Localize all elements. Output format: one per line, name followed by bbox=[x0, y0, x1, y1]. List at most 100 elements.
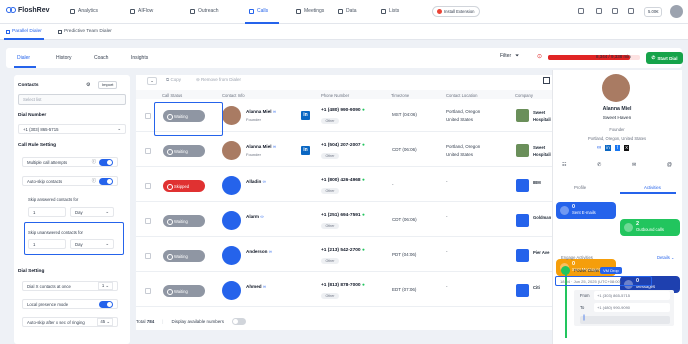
tab-profile[interactable]: Profile bbox=[574, 185, 586, 190]
row-checkbox[interactable] bbox=[145, 183, 151, 189]
skip-unanswered-unit[interactable]: Day ⌄ bbox=[70, 239, 114, 249]
gear-icon[interactable]: ⚙ bbox=[86, 82, 90, 88]
company-name[interactable]: Pier Ave bbox=[533, 249, 551, 256]
nav-lists[interactable]: Lists bbox=[381, 8, 399, 14]
row-checkbox[interactable] bbox=[145, 218, 151, 224]
select-all-dropdown[interactable]: ⌄ bbox=[147, 77, 157, 85]
contact-name[interactable]: Alanna Miel ∞ bbox=[246, 144, 276, 149]
linkedin-icon[interactable]: in bbox=[301, 146, 310, 155]
row-checkbox[interactable] bbox=[145, 148, 151, 154]
user-avatar[interactable] bbox=[670, 5, 683, 18]
timezone: PDT (04:06) bbox=[392, 252, 417, 257]
message-icon[interactable]: ✉ bbox=[632, 162, 636, 168]
skip-unanswered-label: Skip unanswered contacts for bbox=[28, 230, 83, 235]
phone-tag: Other bbox=[321, 188, 339, 194]
contact-name[interactable]: Ahmed ∞ bbox=[246, 284, 266, 289]
auto-skip-after-select[interactable]: 45 ⌄ bbox=[97, 318, 113, 326]
remove-button[interactable]: ⊖ Remove from Dialer bbox=[196, 77, 241, 83]
verified-icon: ● bbox=[361, 283, 365, 288]
dial-x-select[interactable]: 1 ⌄ bbox=[97, 282, 113, 290]
x-icon[interactable]: X bbox=[624, 145, 630, 151]
copy-button[interactable]: ⧉ Copy bbox=[166, 77, 181, 82]
nav-outreach[interactable]: Outreach bbox=[190, 8, 219, 14]
row-checkbox[interactable] bbox=[145, 253, 151, 259]
tab-coach[interactable]: Coach bbox=[94, 55, 108, 61]
table-row[interactable]: Waiting Alarm ∞ +1 (251) 694-7591 ● Othe… bbox=[136, 205, 552, 237]
help-icon[interactable] bbox=[596, 8, 602, 14]
subnav-predictive-dialer[interactable]: Predictive Team Dialer bbox=[58, 29, 112, 34]
balance-badge[interactable]: 5.00€ bbox=[644, 7, 663, 17]
linkedin-icon[interactable]: in bbox=[301, 111, 310, 120]
contact-name[interactable]: Alanna Miel ∞ bbox=[246, 109, 276, 114]
table-row[interactable]: Skipped Alladin ∞ +1 (800) 426-4968 ● Ot… bbox=[136, 170, 552, 202]
tab-activities[interactable]: Activities bbox=[644, 185, 661, 190]
call-icon[interactable]: ✆ bbox=[597, 162, 601, 168]
email-icon[interactable]: @ bbox=[667, 162, 672, 168]
auto-skip-toggle[interactable] bbox=[99, 177, 113, 185]
local-presence-row: Local presence mode bbox=[22, 299, 118, 309]
contact-name[interactable]: Anderson ∞ bbox=[246, 249, 272, 254]
contact-name[interactable]: Alarm ∞ bbox=[246, 214, 264, 219]
contact-name[interactable]: Alladin ∞ bbox=[246, 179, 266, 184]
dial-number-select[interactable]: +1 (303) 865-5715 ⌄ bbox=[18, 124, 126, 134]
install-extension-button[interactable]: Install Extension bbox=[432, 6, 480, 17]
display-numbers-toggle[interactable] bbox=[232, 318, 246, 325]
skip-unanswered-value[interactable]: 1 bbox=[28, 239, 66, 249]
multiple-attempts-toggle[interactable] bbox=[99, 158, 113, 166]
tab-history[interactable]: History bbox=[56, 55, 72, 61]
auto-skip-row: Auto-skip contacts ⓘ bbox=[22, 176, 118, 186]
phone-number[interactable]: +1 (813) 878-7000 ● bbox=[321, 283, 365, 288]
contacts-select[interactable]: Select list bbox=[18, 94, 126, 105]
company-name[interactable]: Sweet Hospitality bbox=[533, 144, 551, 158]
filter-icon: ⏷ bbox=[515, 53, 520, 59]
location-line2: United States bbox=[446, 152, 474, 157]
recording-bar[interactable] bbox=[580, 316, 670, 324]
phone-icon: ✆ bbox=[651, 55, 656, 60]
nav-meetings[interactable]: Meetings bbox=[296, 8, 324, 14]
phone-number[interactable]: +1 (213) 542-2700 ● bbox=[321, 248, 365, 253]
filter-button[interactable]: Filter ⏷ bbox=[500, 53, 519, 59]
import-button[interactable]: Import bbox=[98, 81, 118, 89]
tab-dialer[interactable]: Dialer bbox=[17, 55, 30, 61]
brand-logo[interactable]: FloshRev bbox=[6, 7, 50, 14]
database-icon bbox=[338, 8, 343, 14]
settings-icon[interactable] bbox=[612, 8, 618, 14]
linkedin-icon[interactable]: in bbox=[605, 145, 611, 151]
table-row[interactable]: Waiting Alanna Miel ∞ Founder in +1 (504… bbox=[136, 135, 552, 167]
subnav-parallel-dialer[interactable]: Parallel Dialer bbox=[6, 29, 42, 34]
skip-answered-value[interactable]: 1 bbox=[28, 207, 66, 217]
dialpad-icon[interactable]: ☷ bbox=[562, 162, 566, 168]
tab-insights[interactable]: Insights bbox=[131, 55, 148, 61]
bell-icon[interactable] bbox=[628, 8, 634, 14]
table-row[interactable]: Waiting Anderson ∞ +1 (213) 542-2700 ● O… bbox=[136, 240, 552, 272]
nav-data[interactable]: Data bbox=[338, 8, 357, 14]
columns-icon[interactable] bbox=[543, 77, 550, 84]
call-status-badge: Skipped bbox=[163, 180, 205, 192]
phone-number[interactable]: +1 (504) 207-2007 ● bbox=[321, 143, 365, 148]
phone-number[interactable]: +1 (251) 694-7591 ● bbox=[321, 213, 365, 218]
table-row[interactable]: Waiting Ahmed ∞ +1 (813) 878-7000 ● Othe… bbox=[136, 275, 552, 307]
call-status-badge: Waiting bbox=[163, 285, 205, 297]
nav-calls[interactable]: Calls bbox=[249, 8, 268, 14]
link-icon[interactable]: ∞ bbox=[597, 145, 601, 151]
phone-number[interactable]: +1 (800) 426-4968 ● bbox=[321, 178, 365, 183]
info-icon: ⓘ bbox=[91, 159, 96, 164]
skip-answered-unit[interactable]: Day ⌄ bbox=[70, 207, 114, 217]
phone-number[interactable]: +1 (480) 990-9090 ● bbox=[321, 108, 365, 113]
company-name[interactable]: Goldman bbox=[533, 214, 551, 221]
link-icon: ∞ bbox=[268, 249, 273, 254]
local-presence-toggle[interactable] bbox=[99, 300, 113, 308]
contact-title: Founder bbox=[246, 152, 261, 157]
nav-aiflow[interactable]: AIFlow bbox=[130, 8, 153, 14]
chat-icon[interactable] bbox=[578, 8, 584, 14]
company-name[interactable]: Citi bbox=[533, 284, 551, 291]
nav-analytics[interactable]: Analytics bbox=[70, 8, 98, 14]
facebook-icon[interactable]: f bbox=[614, 145, 621, 151]
details-link[interactable]: Details ⌄ bbox=[657, 255, 675, 260]
company-name[interactable]: Sweet Hospitality bbox=[533, 109, 551, 123]
start-dial-button[interactable]: ✆ Start Dial bbox=[646, 52, 683, 64]
company-name[interactable]: IBM bbox=[533, 179, 551, 186]
company-logo bbox=[516, 214, 529, 227]
row-checkbox[interactable] bbox=[145, 288, 151, 294]
row-checkbox[interactable] bbox=[145, 113, 151, 119]
